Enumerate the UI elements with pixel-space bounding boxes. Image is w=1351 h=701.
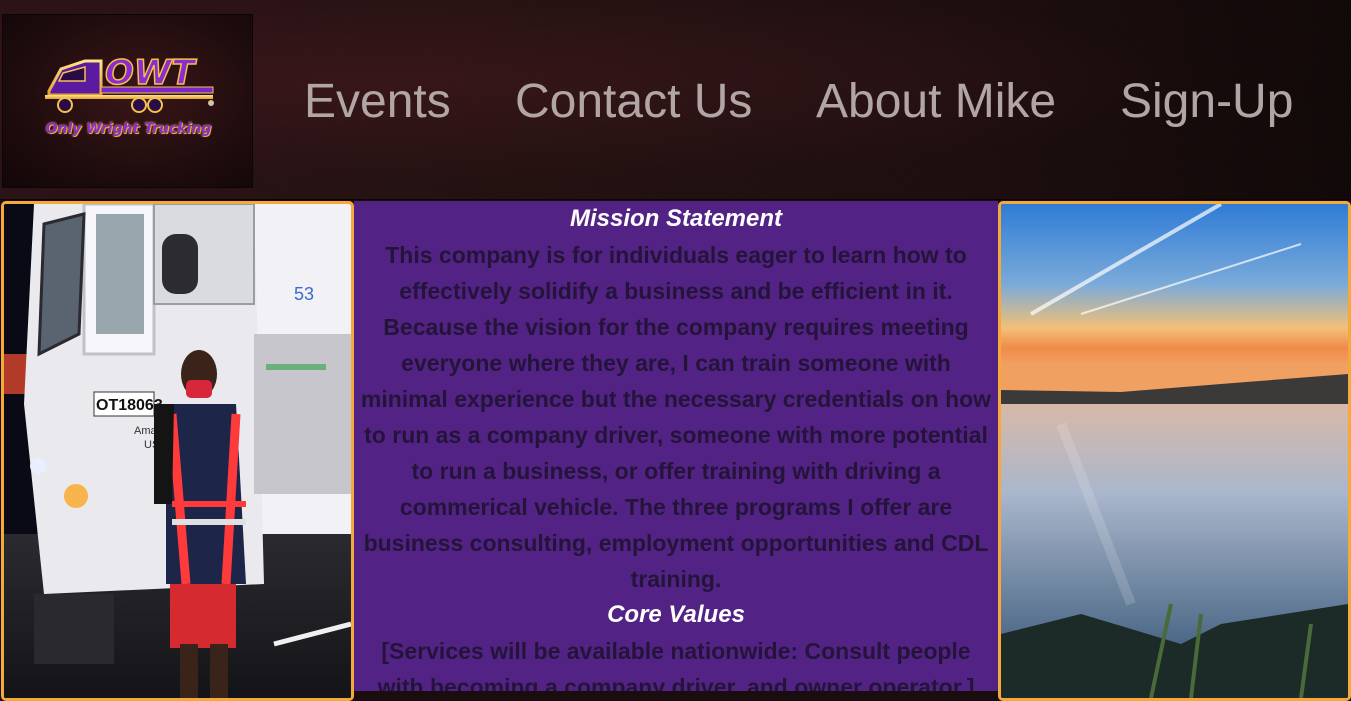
- truck-photo: OT18063 Amazon Lo USDOT 53: [1, 201, 354, 701]
- core-values-heading: Core Values: [607, 601, 745, 628]
- logo[interactable]: OWT Only Wright Trucking: [2, 14, 253, 188]
- truck-logo-icon: OWT: [45, 52, 214, 113]
- mission-panel: Mission Statement This company is for in…: [354, 201, 998, 691]
- truck-number: OT18063: [96, 397, 163, 414]
- nav-sign-up[interactable]: Sign-Up: [1120, 74, 1293, 130]
- nav-contact-us[interactable]: Contact Us: [515, 74, 752, 130]
- trailer-number: 53: [294, 284, 314, 304]
- truck-driver-image: OT18063 Amazon Lo USDOT 53: [4, 204, 351, 698]
- logo-letters: OWT: [105, 53, 197, 93]
- logo-tagline: Only Wright Trucking: [45, 121, 212, 137]
- mission-text: This company is for individuals eager to…: [360, 242, 992, 592]
- nav-about-mike[interactable]: About Mike: [816, 74, 1056, 130]
- sunset-lake-image: [1001, 204, 1348, 698]
- lake-photo: [998, 201, 1351, 701]
- nav-events[interactable]: Events: [304, 74, 451, 130]
- site-header: OWT Only Wright Trucking Events Contact …: [0, 0, 1351, 200]
- mission-heading: Mission Statement: [569, 205, 783, 232]
- core-values-text: [Services will be available nationwide: …: [377, 638, 975, 691]
